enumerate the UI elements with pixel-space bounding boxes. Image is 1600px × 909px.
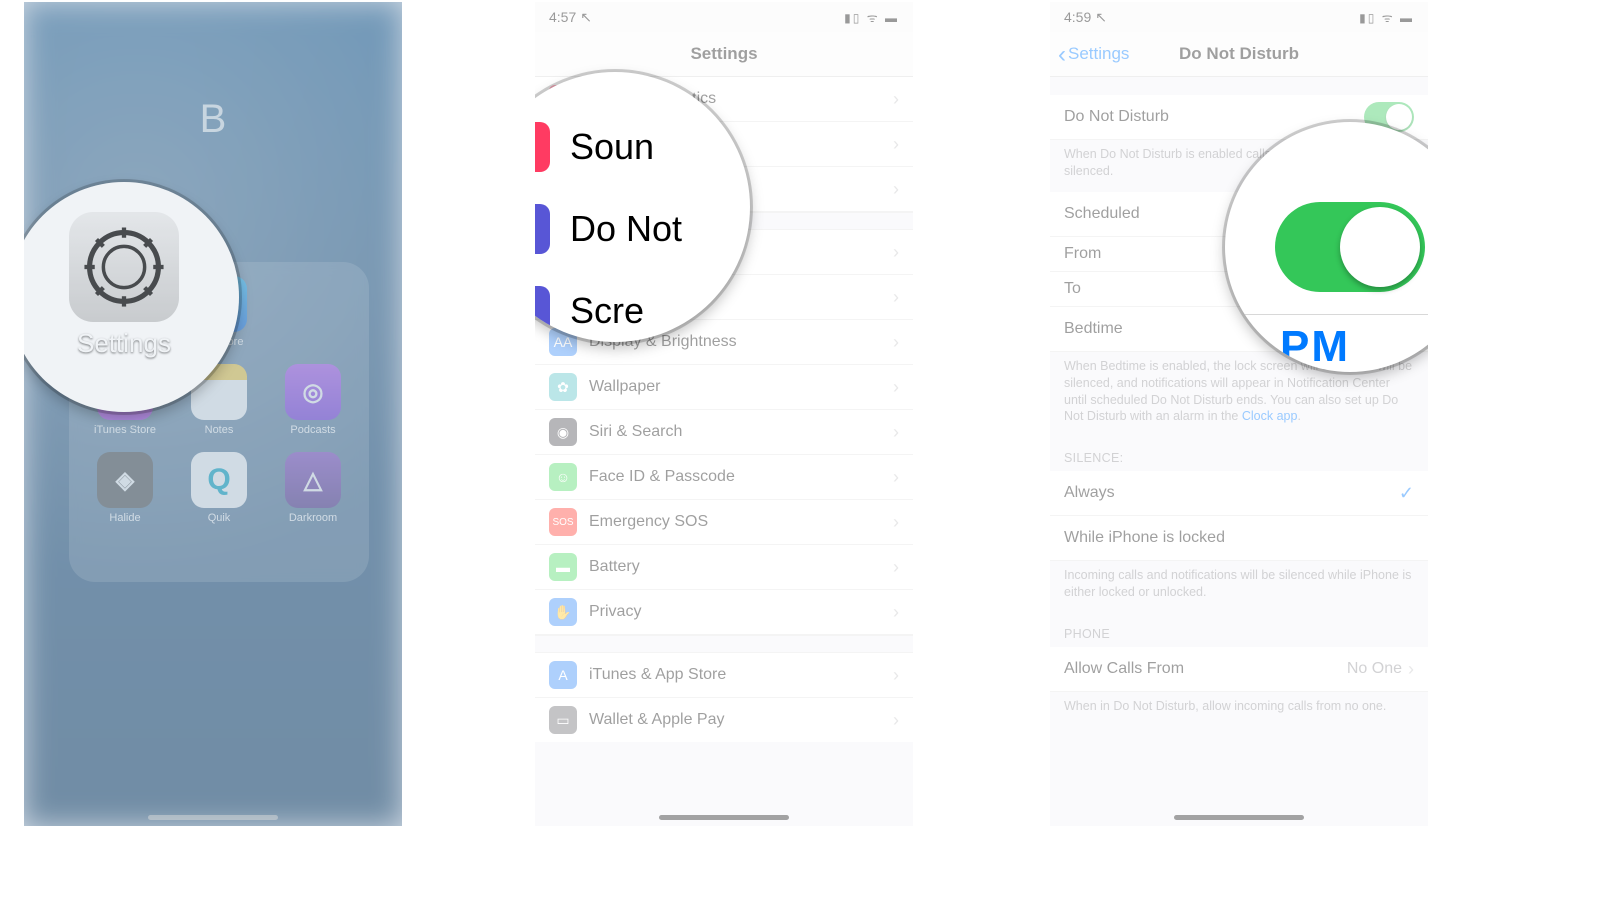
siri-icon: ◉	[549, 418, 577, 446]
nav-bar: ‹ Settings Do Not Disturb	[1050, 32, 1428, 77]
gear-icon	[81, 224, 167, 310]
status-glyphs: ▮▯ ᯤ ▬	[1359, 9, 1414, 26]
chevron-right-icon: ›	[893, 179, 899, 200]
zoom-row-label: Soun	[570, 126, 654, 168]
dnd-icon: ☾	[535, 204, 550, 254]
status-glyphs: ▮▯ ᯤ ▬	[844, 9, 899, 26]
chevron-right-icon: ›	[893, 710, 899, 731]
settings-app-label: Settings	[24, 328, 239, 359]
nav-title: Settings	[535, 32, 913, 77]
zoom-hint-pm: PM	[1280, 322, 1350, 372]
scheduled-toggle-zoomed[interactable]	[1275, 202, 1425, 292]
chevron-right-icon: ›	[893, 287, 899, 308]
location-icon: ↖	[580, 9, 592, 26]
cell-label: To	[1064, 280, 1081, 298]
status-time: 4:59	[1064, 9, 1091, 25]
cell-label: Scheduled	[1064, 205, 1140, 223]
chevron-right-icon: ›	[893, 89, 899, 110]
chevron-right-icon: ›	[893, 512, 899, 533]
row-itunes-appstore[interactable]: AiTunes & App Store ›	[535, 653, 913, 698]
row-label: Privacy	[589, 603, 641, 621]
phone-header: PHONE	[1050, 613, 1428, 647]
checkmark-icon: ✓	[1399, 483, 1414, 504]
chevron-right-icon: ›	[893, 557, 899, 578]
chevron-right-icon: ›	[893, 134, 899, 155]
itunes-appstore-icon: A	[549, 661, 577, 689]
home-indicator[interactable]	[659, 815, 789, 820]
section-gap	[535, 635, 913, 653]
cell-label: Bedtime	[1064, 320, 1123, 338]
row-wallpaper[interactable]: ✿ Wallpaper ›	[535, 365, 913, 410]
wallet-icon: ▭	[549, 706, 577, 734]
phone-home-screen: B Safari App Store . iTunes Store	[24, 2, 402, 826]
phone-dnd-settings: 4:59 ↖ ▮▯ ᯤ ▬ ‹ Settings Do Not Disturb …	[1050, 2, 1428, 826]
battery-icon: ▬	[549, 553, 577, 581]
chevron-right-icon: ›	[893, 665, 899, 686]
zoom-lens-scheduled-toggle: PM	[1225, 122, 1428, 372]
allow-calls-note: When in Do Not Disturb, allow incoming c…	[1050, 692, 1428, 727]
privacy-icon: ✋	[549, 598, 577, 626]
cell-while-locked[interactable]: While iPhone is locked	[1050, 516, 1428, 561]
row-privacy[interactable]: ✋ Privacy ›	[535, 590, 913, 635]
cell-label: Always	[1064, 484, 1115, 502]
sos-icon: SOS	[549, 508, 577, 536]
chevron-right-icon: ›	[893, 377, 899, 398]
status-bar: 4:59 ↖ ▮▯ ᯤ ▬	[1050, 2, 1428, 32]
section-gap	[1050, 77, 1428, 95]
cell-label: From	[1064, 245, 1101, 263]
sounds-icon: ))	[535, 122, 550, 172]
row-label: Face ID & Passcode	[589, 468, 735, 486]
note-text: .	[1297, 409, 1300, 423]
chevron-right-icon: ›	[893, 602, 899, 623]
chevron-right-icon: ›	[893, 422, 899, 443]
cell-allow-calls[interactable]: Allow Calls From No One ›	[1050, 647, 1428, 692]
row-battery[interactable]: ▬ Battery ›	[535, 545, 913, 590]
chevron-left-icon: ‹	[1058, 46, 1066, 63]
home-indicator[interactable]	[148, 815, 278, 820]
settings-app-icon[interactable]	[69, 212, 179, 322]
chevron-right-icon: ›	[893, 332, 899, 353]
row-label: Wallet & Apple Pay	[589, 711, 724, 729]
row-faceid[interactable]: ☺ Face ID & Passcode ›	[535, 455, 913, 500]
chevron-right-icon: ›	[893, 467, 899, 488]
wallpaper-icon: ✿	[549, 373, 577, 401]
zoom-row-label: Scre	[570, 290, 644, 332]
row-label: Wallpaper	[589, 378, 660, 396]
location-icon: ↖	[1095, 9, 1107, 26]
row-wallet[interactable]: ▭ Wallet & Apple Pay ›	[535, 698, 913, 742]
status-time: 4:57	[549, 9, 576, 25]
row-label: Emergency SOS	[589, 513, 708, 531]
row-label: iTunes & App Store	[589, 666, 726, 684]
clock-app-link[interactable]: Clock app	[1242, 409, 1298, 423]
silence-note: Incoming calls and notifications will be…	[1050, 561, 1428, 613]
zoom-row-dnd[interactable]: ☾ Do Not	[535, 188, 750, 270]
nav-title: Do Not Disturb	[1179, 44, 1299, 64]
back-label: Settings	[1068, 44, 1129, 64]
silence-header: SILENCE:	[1050, 437, 1428, 471]
row-sos[interactable]: SOS Emergency SOS ›	[535, 500, 913, 545]
row-label: Battery	[589, 558, 640, 576]
row-siri[interactable]: ◉ Siri & Search ›	[535, 410, 913, 455]
status-bar: 4:57 ↖ ▮▯ ᯤ ▬	[535, 2, 913, 32]
row-label: Siri & Search	[589, 423, 682, 441]
home-indicator[interactable]	[1174, 815, 1304, 820]
chevron-right-icon: ›	[1408, 659, 1414, 680]
divider	[1225, 314, 1428, 315]
cell-always[interactable]: Always ✓	[1050, 471, 1428, 516]
cell-label: Do Not Disturb	[1064, 108, 1169, 126]
back-button[interactable]: ‹ Settings	[1058, 44, 1129, 64]
chevron-right-icon: ›	[893, 242, 899, 263]
cell-label: Allow Calls From	[1064, 660, 1184, 678]
cell-label: While iPhone is locked	[1064, 529, 1225, 547]
cell-value: No One	[1347, 660, 1402, 678]
faceid-icon: ☺	[549, 463, 577, 491]
phone-settings-list: 4:57 ↖ ▮▯ ᯤ ▬ Settings 🔊Sounds & Haptics…	[535, 2, 913, 826]
dim-overlay	[24, 2, 402, 826]
zoom-row-label: Do Not	[570, 208, 682, 250]
